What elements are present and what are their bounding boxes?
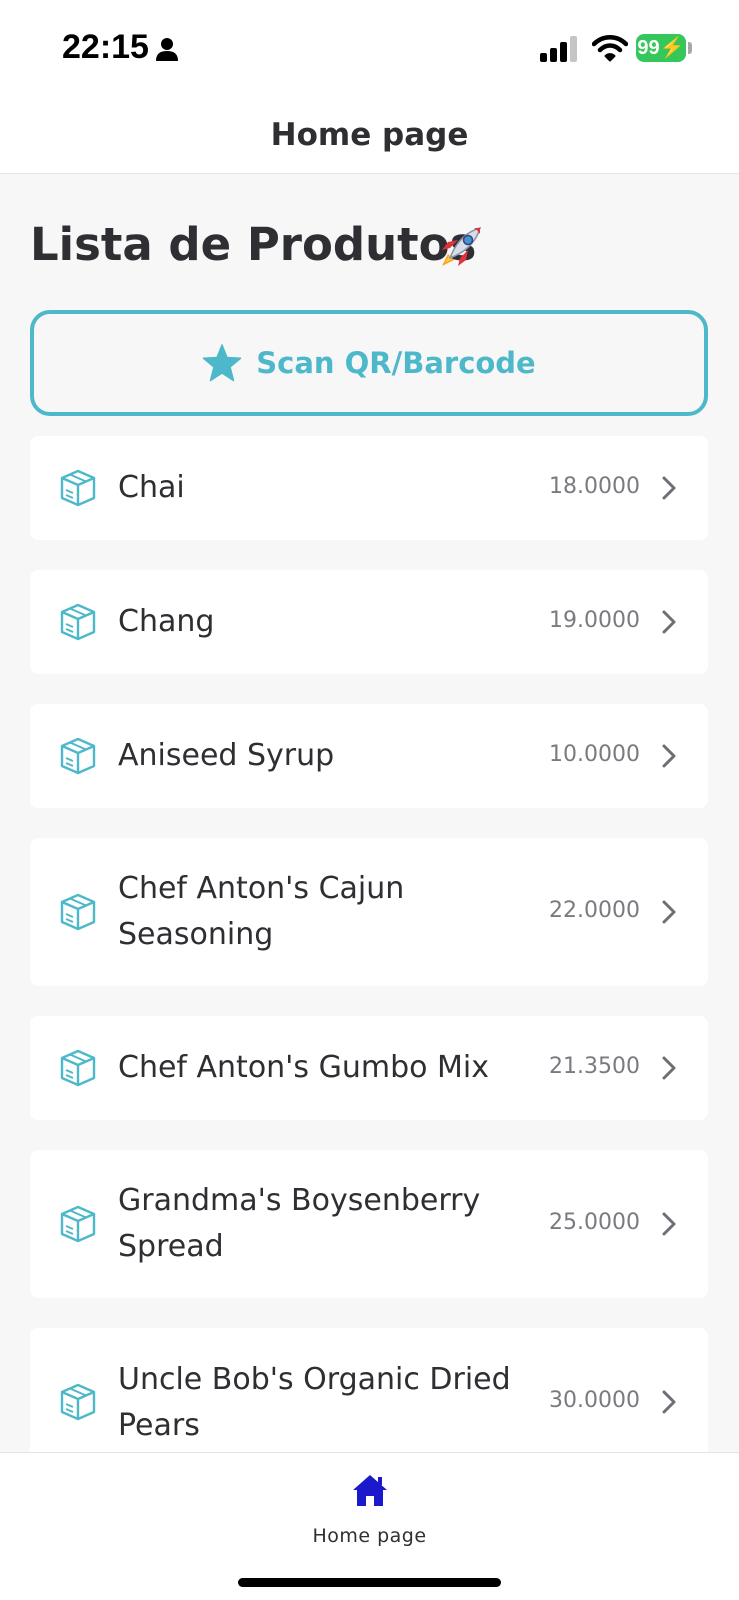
battery-level: 99 (637, 37, 660, 59)
scan-button-label: Scan QR/Barcode (256, 346, 536, 380)
chevron-right-icon (662, 476, 676, 500)
product-box-icon (60, 1383, 96, 1421)
product-row-chang[interactable]: Chang 19.0000 (30, 570, 708, 674)
chevron-right-icon (662, 610, 676, 634)
home-icon (353, 1475, 387, 1506)
screen: Chai 18.0000 Chang 19.0000 Aniseed Syrup (0, 0, 739, 1600)
chevron-right-icon (662, 1212, 676, 1236)
battery-tip (688, 42, 692, 54)
product-price: 18.0000 (549, 474, 640, 499)
person-icon (156, 38, 178, 61)
charging-bolt: ⚡ (659, 37, 685, 59)
wifi-icon (592, 35, 628, 62)
product-box-icon (60, 1049, 96, 1087)
product-name: Chai (118, 470, 185, 505)
chevron-right-icon (662, 1390, 676, 1414)
product-box-icon (60, 1205, 96, 1243)
cellular-signal-icon (540, 36, 577, 62)
page-title: Lista de Produtos (30, 218, 477, 271)
product-name: Chang (118, 604, 215, 639)
status-time: 22:15 (62, 28, 149, 66)
product-price: 19.0000 (549, 608, 640, 633)
tab-home-page[interactable]: Home page (300, 1467, 439, 1557)
scan-qr-barcode-button[interactable]: Scan QR/Barcode (30, 310, 708, 416)
header-title: Home page (270, 116, 469, 153)
battery-charging-icon: 99⚡ (636, 34, 686, 62)
product-name: Chef Anton's Gumbo Mix (118, 1050, 489, 1085)
product-price: 25.0000 (549, 1210, 640, 1235)
tab-home-label: Home page (312, 1525, 427, 1547)
product-row-grandmas-boysenberry-spread[interactable]: Grandma's Boysenberry Spread 25.0000 (30, 1150, 708, 1298)
chevron-right-icon (662, 744, 676, 768)
product-row-aniseed-syrup[interactable]: Aniseed Syrup 10.0000 (30, 704, 708, 808)
status-bar: 22:15 99⚡ (0, 0, 739, 96)
product-box-icon (60, 603, 96, 641)
product-row-uncle-bobs-organic-dried-pears[interactable]: Uncle Bob's Organic Dried Pears 30.0000 (30, 1328, 708, 1452)
product-name: Grandma's Boysenberry Spread (118, 1183, 481, 1264)
product-price: 22.0000 (549, 898, 640, 923)
rocket-icon (442, 226, 482, 266)
product-box-icon (60, 469, 96, 507)
chevron-right-icon (662, 1056, 676, 1080)
chevron-right-icon (662, 900, 676, 924)
product-price: 21.3500 (549, 1054, 640, 1079)
product-box-icon (60, 893, 96, 931)
product-price: 10.0000 (549, 742, 640, 767)
product-name: Aniseed Syrup (118, 738, 335, 773)
product-box-icon (60, 737, 96, 775)
product-name: Chef Anton's Cajun Seasoning (118, 871, 405, 952)
product-row-chef-antons-gumbo-mix[interactable]: Chef Anton's Gumbo Mix 21.3500 (30, 1016, 708, 1120)
product-price: 30.0000 (549, 1388, 640, 1413)
product-row-chai[interactable]: Chai 18.0000 (30, 436, 708, 540)
home-indicator[interactable] (238, 1578, 501, 1587)
product-row-chef-antons-cajun-seasoning[interactable]: Chef Anton's Cajun Seasoning 22.0000 (30, 838, 708, 986)
navigation-header: Home page (0, 96, 739, 174)
star-icon (203, 344, 242, 382)
product-name: Uncle Bob's Organic Dried Pears (118, 1362, 511, 1443)
